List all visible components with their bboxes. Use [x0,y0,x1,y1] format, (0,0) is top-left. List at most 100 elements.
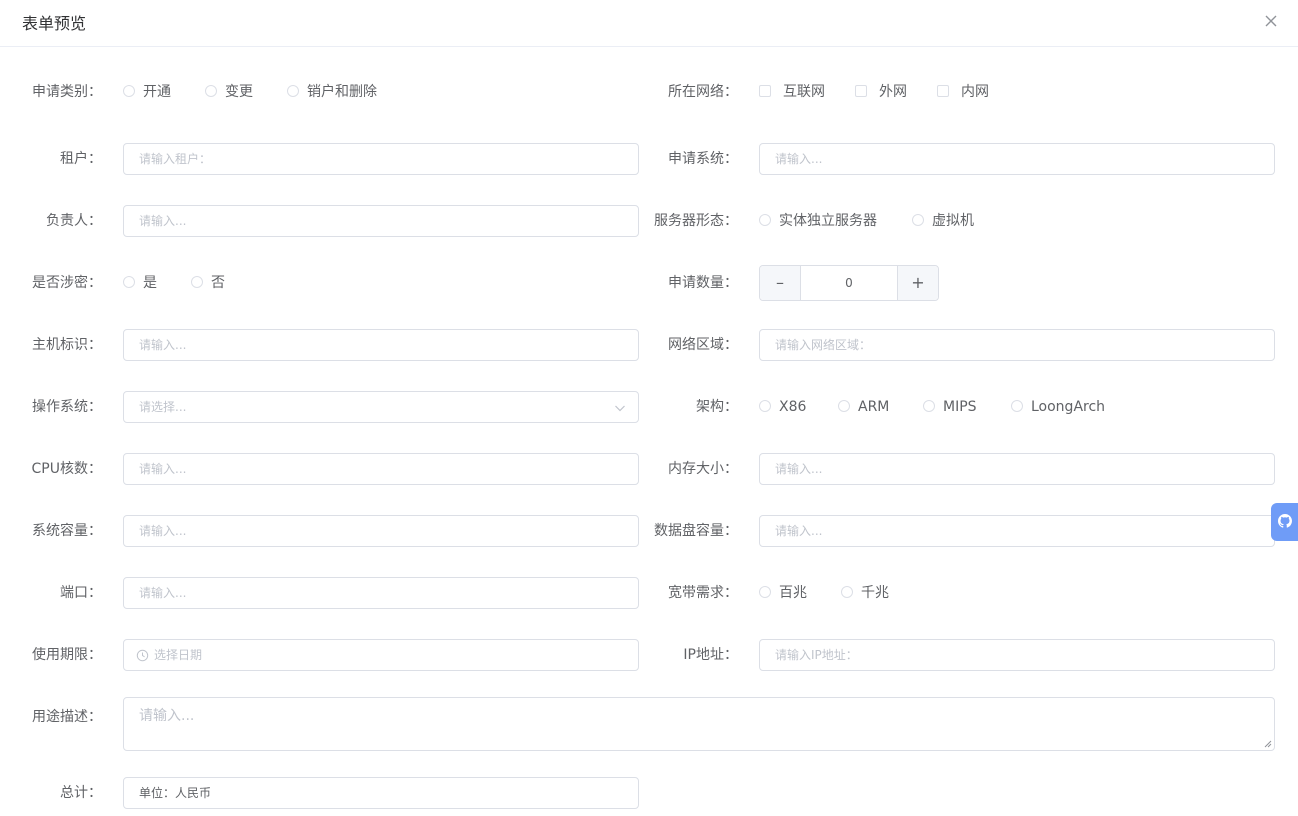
quantity-stepper: – 0 + [759,265,939,301]
radio-circle[interactable] [923,400,935,412]
ip-label: IP地址： [683,647,738,663]
port-input[interactable]: 请输入... [123,577,639,609]
radio-label: 是 [143,275,157,291]
system-input[interactable]: 请输入... [759,143,1275,175]
zone-input[interactable]: 请输入网络区域： [759,329,1275,361]
checkbox-extranet[interactable]: 外网 [855,82,907,102]
apply-type-label: 申请类别： [32,84,102,100]
radio-circle[interactable] [759,214,771,226]
clock-icon [136,649,149,662]
radio-circle[interactable] [191,276,203,288]
radio-circle[interactable] [838,400,850,412]
radio-bandwidth-1000m[interactable]: 千兆 [841,583,889,603]
total-input[interactable]: 单位：人民币 [123,777,639,809]
zone-label: 网络区域： [668,337,738,353]
host-id-label: 主机标识： [32,337,102,353]
radio-label: 变更 [225,84,253,100]
radio-circle[interactable] [759,400,771,412]
radio-label: 千兆 [861,585,889,601]
radio-circle[interactable] [912,214,924,226]
radio-label: 实体独立服务器 [779,213,877,229]
radio-apply-change[interactable]: 变更 [205,82,253,102]
radio-classified-no[interactable]: 否 [191,273,225,293]
classified-label: 是否涉密： [32,275,102,291]
radio-physical-server[interactable]: 实体独立服务器 [759,211,877,231]
checkbox-label: 互联网 [783,84,825,100]
bandwidth-label: 宽带需求： [668,585,738,601]
dialog-header: 表单预览 [0,0,1298,47]
radio-label: X86 [779,399,807,415]
radio-label: MIPS [943,399,977,415]
checkbox-intranet[interactable]: 内网 [937,82,989,102]
cpu-label: CPU核数： [31,461,102,477]
checkbox-label: 外网 [879,84,907,100]
checkbox-internet[interactable]: 互联网 [759,82,825,102]
quantity-label: 申请数量： [668,275,738,291]
owner-input[interactable]: 请输入... [123,205,639,237]
period-date-picker[interactable]: 选择日期 [123,639,639,671]
radio-circle[interactable] [759,586,771,598]
checkbox-box[interactable] [759,85,771,97]
radio-circle[interactable] [123,276,135,288]
port-label: 端口： [60,585,102,601]
purpose-label: 用途描述： [32,709,102,725]
radio-label: LoongArch [1031,399,1106,415]
os-label: 操作系统： [32,399,102,415]
radio-label: 百兆 [779,585,807,601]
checkbox-box[interactable] [937,85,949,97]
github-side-button[interactable] [1271,503,1298,541]
close-icon[interactable] [1263,13,1279,29]
chevron-down-icon [615,405,625,412]
github-icon [1278,514,1292,528]
period-label: 使用期限： [32,647,102,663]
radio-circle[interactable] [205,85,217,97]
radio-bandwidth-100m[interactable]: 百兆 [759,583,807,603]
quantity-value[interactable]: 0 [800,266,898,300]
radio-classified-yes[interactable]: 是 [123,273,157,293]
resize-handle-icon[interactable] [1264,740,1272,748]
memory-label: 内存大小： [668,461,738,477]
radio-label: ARM [858,399,890,415]
sys-disk-label: 系统容量： [32,523,102,539]
increment-button[interactable]: + [897,266,938,300]
server-type-label: 服务器形态： [654,213,738,229]
radio-label: 销户和删除 [307,84,377,100]
radio-arch-loongarch[interactable]: LoongArch [1011,397,1105,417]
radio-apply-open[interactable]: 开通 [123,82,171,102]
radio-virtual-machine[interactable]: 虚拟机 [912,211,974,231]
system-label: 申请系统： [668,151,738,167]
sys-disk-input[interactable]: 请输入... [123,515,639,547]
data-disk-input[interactable]: 请输入... [759,515,1275,547]
radio-arch-x86[interactable]: X86 [759,397,806,417]
radio-apply-delete[interactable]: 销户和删除 [287,82,377,102]
radio-circle[interactable] [1011,400,1023,412]
host-id-input[interactable]: 请输入... [123,329,639,361]
radio-label: 虚拟机 [932,213,974,229]
tenant-label: 租户： [60,151,102,167]
tenant-input[interactable]: 请输入租户： [123,143,639,175]
memory-input[interactable]: 请输入... [759,453,1275,485]
total-label: 总计： [60,785,102,801]
arch-label: 架构： [696,399,738,415]
purpose-textarea[interactable]: 请输入... [123,697,1275,751]
owner-label: 负责人： [46,213,102,229]
os-select[interactable]: 请选择... [123,391,639,423]
purpose-placeholder: 请输入... [139,708,195,724]
radio-circle[interactable] [287,85,299,97]
radio-arch-arm[interactable]: ARM [838,397,889,417]
checkbox-label: 内网 [961,84,989,100]
cpu-input[interactable]: 请输入... [123,453,639,485]
ip-input[interactable]: 请输入IP地址： [759,639,1275,671]
dialog-title: 表单预览 [22,14,87,33]
network-label: 所在网络： [668,84,738,100]
checkbox-box[interactable] [855,85,867,97]
radio-arch-mips[interactable]: MIPS [923,397,977,417]
period-placeholder: 选择日期 [154,648,203,662]
radio-label: 否 [211,275,225,291]
radio-circle[interactable] [123,85,135,97]
decrement-button[interactable]: – [760,266,801,300]
data-disk-label: 数据盘容量： [654,523,738,539]
radio-label: 开通 [143,84,171,100]
os-select-placeholder: 请选择... [139,400,187,414]
radio-circle[interactable] [841,586,853,598]
